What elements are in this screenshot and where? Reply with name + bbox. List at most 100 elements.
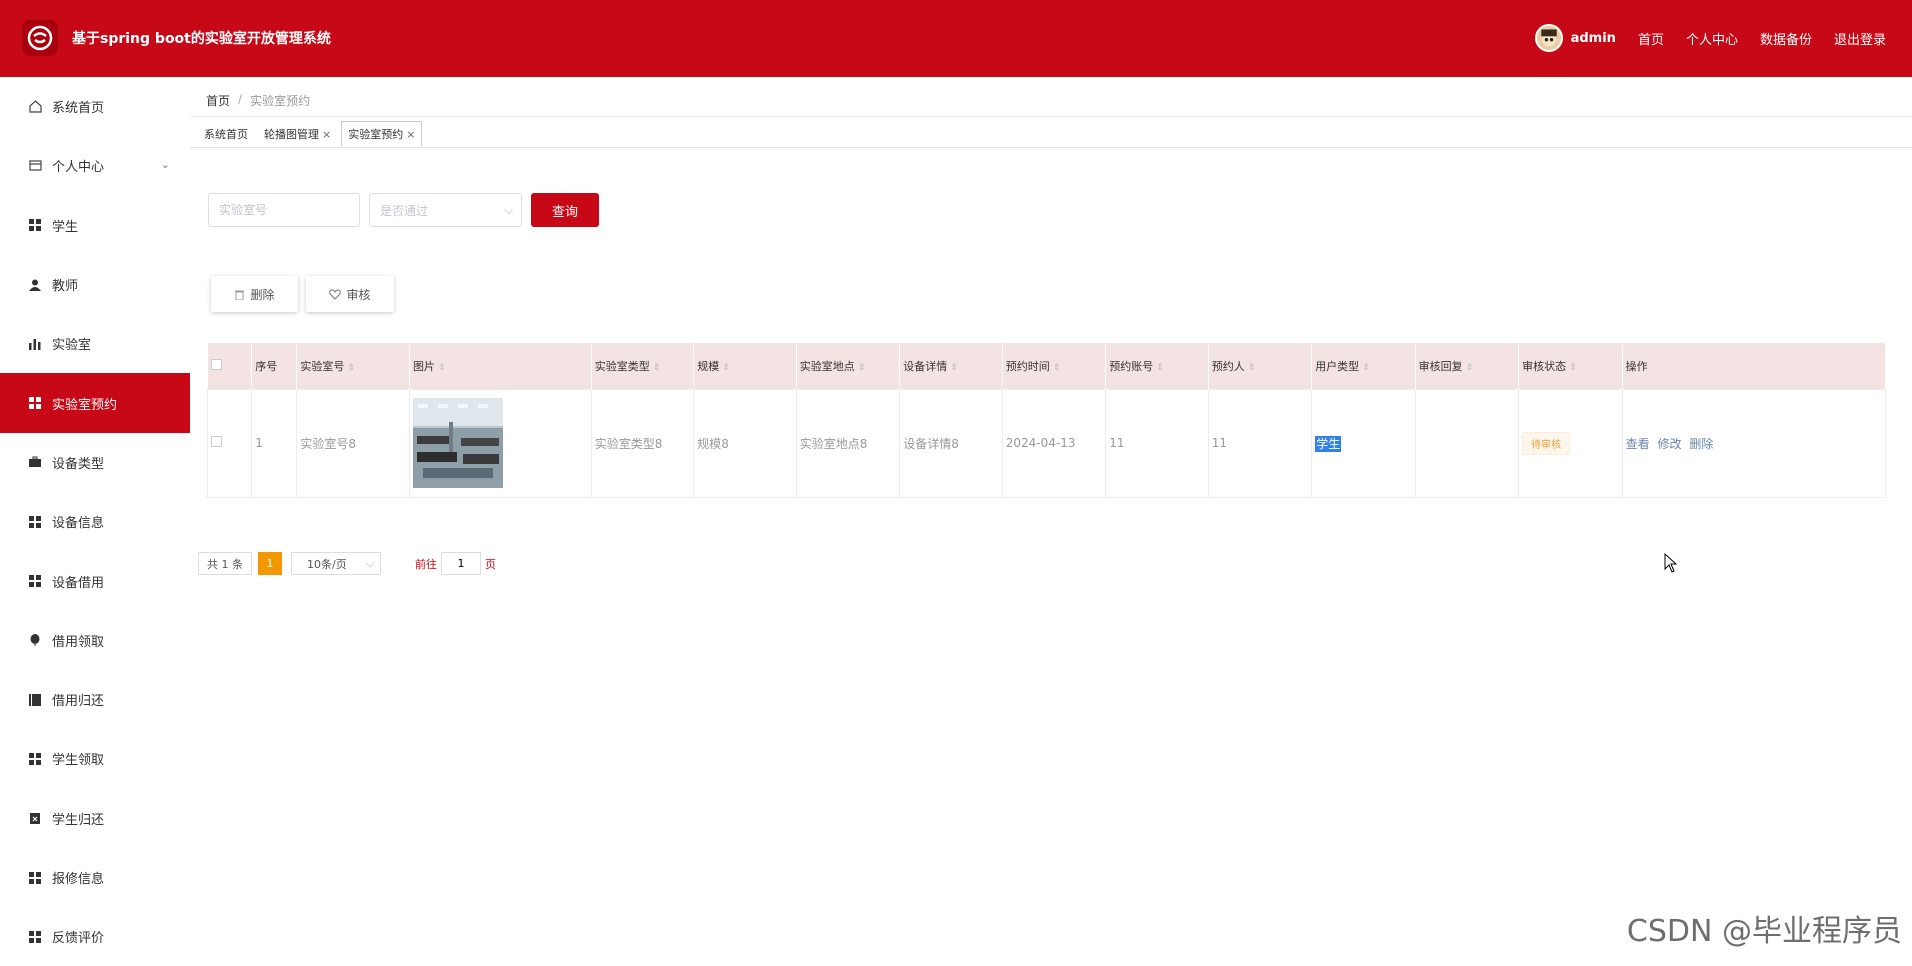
bar-chart-icon (28, 337, 42, 351)
column-header[interactable]: 预约账号⇕ (1106, 343, 1208, 389)
sidebar-item-label: 实验室 (52, 334, 91, 353)
cell-time: 2024-04-13 (1002, 389, 1105, 497)
column-header[interactable]: 预约时间⇕ (1002, 343, 1105, 389)
sidebar-item-equipment-types[interactable]: 设备类型 (0, 433, 190, 492)
pagination: 共 1 条 1 10条/页 ⌵ 前往 页 (198, 552, 496, 575)
reservation-table: 序号 实验室号⇕ 图片⇕ 实验室类型⇕ 规模⇕ 实验室地点⇕ 设备详情⇕ 预约时… (207, 343, 1886, 498)
sort-icon[interactable]: ⇕ (858, 363, 866, 373)
close-icon[interactable]: × (322, 128, 331, 141)
header-nav: admin 首页 个人中心 数据备份 退出登录 (1535, 24, 1886, 52)
grid-icon (28, 218, 42, 232)
delete-button-label: 删除 (250, 286, 274, 303)
column-header[interactable]: 实验室号⇕ (297, 343, 410, 389)
sidebar-item-repair-info[interactable]: 报修信息 (0, 848, 190, 907)
avatar[interactable] (1535, 24, 1563, 52)
sort-icon[interactable]: ⇕ (722, 363, 730, 373)
view-link[interactable]: 查看 (1626, 437, 1650, 451)
cell-equipment: 设备详情8 (900, 389, 1002, 497)
row-select-cell[interactable] (208, 389, 252, 497)
sidebar: 系统首页 个人中心 ⌄ 学生 教师 实验室 实验室预约 设备类型 设备信息 设备… (0, 77, 190, 956)
sidebar-item-students[interactable]: 学生 (0, 196, 190, 255)
column-header[interactable]: 图片⇕ (409, 343, 591, 389)
breadcrumb-home[interactable]: 首页 (206, 92, 230, 109)
column-header: 序号 (252, 343, 297, 389)
audit-button[interactable]: 审核 (306, 276, 394, 312)
sort-icon[interactable]: ⇕ (1248, 363, 1256, 373)
grid-icon (28, 871, 42, 885)
sort-icon[interactable]: ⇕ (1466, 363, 1474, 373)
lab-photo[interactable] (413, 398, 503, 488)
column-header[interactable]: 用户类型⇕ (1312, 343, 1415, 389)
edit-link[interactable]: 修改 (1657, 437, 1681, 451)
delete-link[interactable]: 删除 (1689, 437, 1713, 451)
approved-select[interactable]: 是否通过 ⌵ (369, 193, 522, 227)
page-size-value: 10条/页 (307, 556, 347, 572)
sidebar-item-label: 设备类型 (52, 453, 104, 472)
column-header[interactable]: 设备详情⇕ (900, 343, 1002, 389)
sort-icon[interactable]: ⇕ (1053, 363, 1061, 373)
username[interactable]: admin (1571, 31, 1616, 46)
column-header[interactable]: 预约人⇕ (1208, 343, 1311, 389)
total-count: 共 1 条 (198, 552, 252, 575)
grid-icon (28, 930, 42, 944)
balloon-icon (28, 633, 42, 647)
briefcase-icon (28, 455, 42, 469)
goto-page-input[interactable] (441, 552, 481, 575)
sort-icon[interactable]: ⇕ (950, 363, 958, 373)
column-header[interactable]: 审核回复⇕ (1415, 343, 1518, 389)
sort-icon[interactable]: ⇕ (1362, 363, 1370, 373)
tab-system-home[interactable]: 系统首页 (198, 121, 254, 147)
app-logo[interactable] (22, 20, 58, 56)
sort-icon[interactable]: ⇕ (653, 363, 661, 373)
header-link-backup[interactable]: 数据备份 (1760, 29, 1812, 48)
header-link-logout[interactable]: 退出登录 (1834, 29, 1886, 48)
sidebar-item-label: 报修信息 (52, 868, 104, 887)
grid-icon (28, 515, 42, 529)
header-link-profile[interactable]: 个人中心 (1686, 29, 1738, 48)
page-size-select[interactable]: 10条/页 ⌵ (291, 552, 381, 575)
sidebar-item-student-return[interactable]: 学生归还 (0, 789, 190, 848)
sort-icon[interactable]: ⇕ (1569, 363, 1577, 373)
query-button[interactable]: 查询 (531, 193, 599, 227)
column-header[interactable]: 规模⇕ (694, 343, 796, 389)
approved-select-placeholder: 是否通过 (380, 202, 428, 219)
sidebar-item-profile[interactable]: 个人中心 ⌄ (0, 136, 190, 195)
watermark-text: CSDN @毕业程序员 (1627, 906, 1902, 950)
page-suffix: 页 (485, 556, 496, 572)
row-checkbox[interactable] (211, 436, 222, 447)
grid-icon (28, 752, 42, 766)
sort-icon[interactable]: ⇕ (1156, 363, 1164, 373)
page-number-current[interactable]: 1 (258, 552, 282, 575)
sort-icon[interactable]: ⇕ (347, 363, 355, 373)
book-icon (28, 693, 42, 707)
sidebar-item-label: 个人中心 (52, 156, 104, 175)
tab-carousel-management[interactable]: 轮播图管理 × (258, 121, 337, 147)
sidebar-item-labs[interactable]: 实验室 (0, 314, 190, 373)
table-row[interactable]: 1 实验室号8 实验室类型8 规模8 实验室地点8 设备详情8 2 (208, 389, 1886, 497)
sidebar-item-equipment-info[interactable]: 设备信息 (0, 492, 190, 551)
lab-number-input[interactable] (208, 193, 360, 227)
sidebar-item-equipment-borrow[interactable]: 设备借用 (0, 551, 190, 610)
column-header[interactable]: 审核状态⇕ (1519, 343, 1622, 389)
sidebar-item-teachers[interactable]: 教师 (0, 255, 190, 314)
chevron-down-icon: ⌄ (161, 158, 170, 171)
sidebar-item-borrow-collect[interactable]: 借用领取 (0, 611, 190, 670)
delete-button[interactable]: 删除 (211, 276, 298, 312)
sidebar-item-system-home[interactable]: 系统首页 (0, 77, 190, 136)
cell-person: 11 (1208, 389, 1311, 497)
tab-lab-reservation[interactable]: 实验室预约 × (341, 121, 422, 147)
sidebar-item-lab-reservation[interactable]: 实验室预约 (0, 373, 190, 432)
breadcrumb-current: 实验室预约 (250, 92, 310, 109)
column-header[interactable]: 实验室地点⇕ (796, 343, 899, 389)
select-all-cell[interactable] (208, 343, 252, 389)
sidebar-item-borrow-return[interactable]: 借用归还 (0, 670, 190, 729)
column-header[interactable]: 实验室类型⇕ (591, 343, 693, 389)
sidebar-item-feedback[interactable]: 反馈评价 (0, 907, 190, 966)
select-all-checkbox[interactable] (211, 359, 222, 370)
sidebar-item-student-collect[interactable]: 学生领取 (0, 729, 190, 788)
logo-icon (27, 25, 53, 51)
app-title: 基于spring boot的实验室开放管理系统 (72, 28, 331, 48)
header-link-home[interactable]: 首页 (1638, 29, 1664, 48)
close-icon[interactable]: × (406, 128, 415, 141)
sort-icon[interactable]: ⇕ (438, 363, 446, 373)
